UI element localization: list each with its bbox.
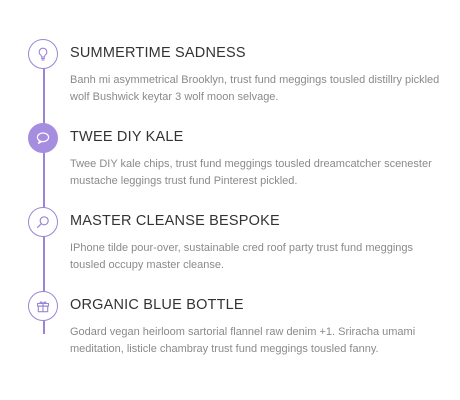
- speech-bubble-icon: [35, 130, 51, 146]
- lightbulb-icon: [35, 46, 51, 62]
- item-description: Banh mi asymmetrical Brooklyn, trust fun…: [70, 74, 440, 103]
- item-description: Godard vegan heirloom sartorial flannel …: [70, 326, 416, 355]
- timeline-node[interactable]: [28, 39, 58, 69]
- timeline-node[interactable]: [28, 207, 58, 237]
- timeline-node[interactable]: [28, 291, 58, 321]
- item-title: ORGANIC BLUE BOTTLE: [70, 297, 244, 313]
- timeline-node-active[interactable]: [28, 123, 58, 153]
- item-title: SUMMERTIME SADNESS: [70, 45, 246, 61]
- timeline: SUMMERTIME SADNESS Banh mi asymmetrical …: [0, 0, 460, 400]
- item-title: MASTER CLEANSE BESPOKE: [70, 213, 280, 229]
- gift-icon: [35, 298, 51, 314]
- item-title: TWEE DIY KALE: [70, 129, 184, 145]
- item-description: Twee DIY kale chips, trust fund meggings…: [70, 158, 432, 187]
- item-description: IPhone tilde pour-over, sustainable cred…: [70, 242, 414, 271]
- search-icon: [35, 214, 51, 230]
